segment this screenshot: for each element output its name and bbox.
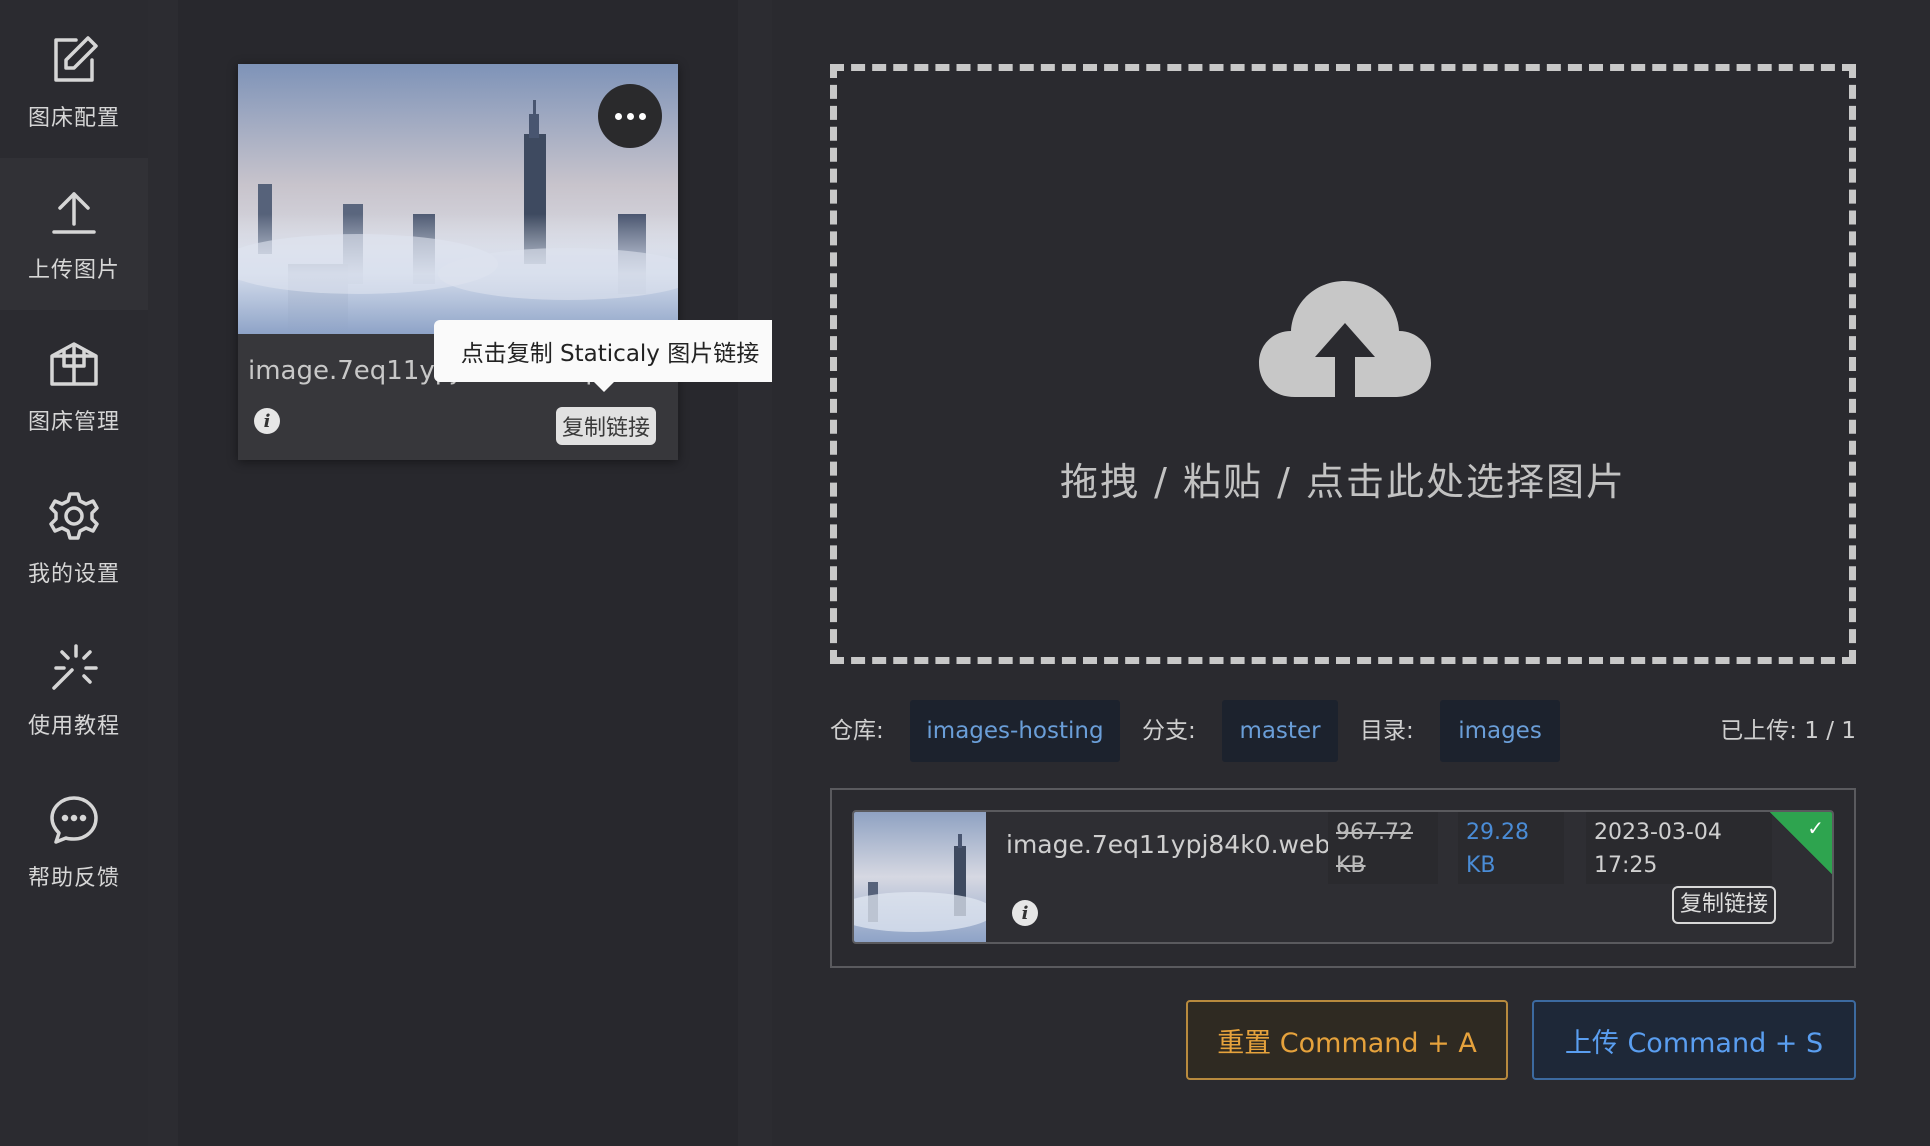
original-size: 967.72 KB	[1328, 812, 1438, 884]
image-card[interactable]: image.7eq11ypj84k0.webp i 复制链接	[238, 64, 678, 460]
upload-dropzone[interactable]: 拖拽 / 粘贴 / 点击此处选择图片	[830, 64, 1856, 664]
upload-button[interactable]: 上传 Command + S	[1532, 1000, 1856, 1080]
repo-tag[interactable]: images-hosting	[910, 700, 1120, 762]
success-badge: ✓	[1770, 812, 1832, 874]
image-thumbnail[interactable]	[854, 812, 986, 942]
copy-link-button[interactable]: 复制链接	[1672, 886, 1777, 924]
sparkle-icon	[52, 644, 98, 690]
sidebar-item-label: 上传图片	[27, 258, 120, 283]
upload-date: 2023-03-04 17:25	[1586, 812, 1772, 884]
branch-tag[interactable]: master	[1222, 700, 1338, 762]
repo-label: 仓库:	[830, 718, 884, 744]
upload-list: image.7eq11ypj84k0.web 967.72 KB 29.28 K…	[830, 788, 1856, 968]
dot	[614, 112, 622, 120]
upload-filename: image.7eq11ypj84k0.web	[1006, 830, 1331, 859]
sidebar-item-label: 图床配置	[27, 106, 120, 131]
chat-icon	[50, 796, 98, 844]
info-icon[interactable]: i	[1012, 900, 1038, 926]
list-item[interactable]: image.7eq11ypj84k0.web 967.72 KB 29.28 K…	[852, 810, 1834, 944]
sidebar-item-label: 帮助反馈	[27, 866, 120, 891]
upload-icon	[52, 192, 96, 234]
sidebar-item-upload[interactable]: 上传图片	[0, 158, 148, 310]
thumbnail-image	[854, 812, 986, 942]
check-icon: ✓	[1807, 816, 1824, 840]
sidebar-item-tutorial[interactable]: 使用教程	[0, 614, 148, 766]
sidebar-item-settings[interactable]: 我的设置	[0, 462, 148, 614]
directory-label: 目录:	[1360, 718, 1414, 744]
directory-tag[interactable]: images	[1440, 700, 1560, 762]
sidebar-item-label: 图床管理	[27, 410, 120, 435]
copy-link-tooltip: 点击复制 Staticaly 图片链接	[434, 320, 786, 392]
gear-icon	[49, 492, 99, 540]
reset-button[interactable]: 重置 Command + A	[1186, 1000, 1508, 1080]
copy-link-button[interactable]: 复制链接	[556, 407, 657, 445]
edit-icon	[54, 36, 98, 82]
repo-info-row: 仓库: images-hosting 分支: master 目录: images…	[830, 700, 1856, 762]
dropzone-text: 拖拽 / 粘贴 / 点击此处选择图片	[1060, 460, 1626, 504]
uploaded-count: 已上传: 1 / 1	[1720, 718, 1856, 744]
cloud-upload-icon	[1259, 281, 1431, 397]
more-options-button[interactable]	[598, 84, 662, 148]
dot	[626, 112, 634, 120]
compressed-size: 29.28 KB	[1458, 812, 1564, 884]
sidebar-item-image-manage[interactable]: 图床管理	[0, 310, 148, 462]
sidebar-item-image-bed-config[interactable]: 图床配置	[0, 6, 148, 158]
sidebar-item-label: 使用教程	[27, 714, 120, 739]
sidebar: 图床配置 上传图片 图床管理 我的设置 使用教程 帮助反馈	[0, 0, 148, 1146]
sidebar-item-label: 我的设置	[27, 562, 120, 587]
box-icon	[50, 342, 98, 386]
dot	[638, 112, 646, 120]
branch-label: 分支:	[1142, 718, 1196, 744]
info-icon[interactable]: i	[254, 408, 280, 434]
sidebar-item-feedback[interactable]: 帮助反馈	[0, 766, 148, 918]
